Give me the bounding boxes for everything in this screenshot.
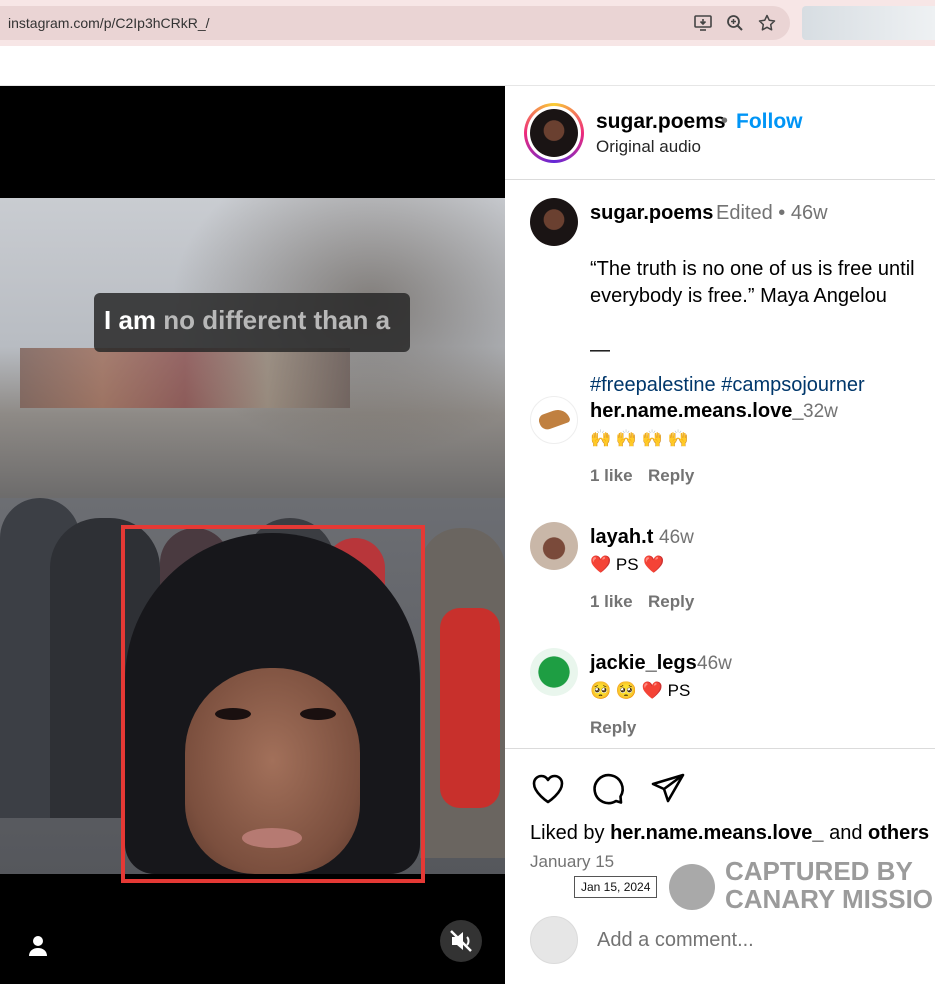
- comment-likes[interactable]: 1 like: [590, 466, 633, 486]
- comment-username[interactable]: layah.t: [590, 526, 653, 549]
- caption-meta: Edited • 46w: [716, 202, 828, 224]
- liked-by-prefix: Liked by: [530, 822, 611, 844]
- comment-time[interactable]: 32w: [803, 401, 838, 423]
- comment-username[interactable]: jackie_legs: [590, 652, 697, 675]
- commenter-avatar[interactable]: [530, 396, 578, 444]
- comment-text: 🥺 🥺 ❤️ PS: [590, 681, 691, 700]
- video-caption: I am no different than a: [94, 293, 410, 352]
- share-icon[interactable]: [649, 770, 687, 808]
- address-bar[interactable]: instagram.com/p/C2Ip3hCRkR_/: [0, 6, 790, 40]
- liked-by-and: and: [823, 822, 868, 844]
- comment-icon[interactable]: [589, 770, 627, 808]
- mute-icon: [450, 930, 472, 952]
- date-tooltip: Jan 15, 2024: [574, 876, 658, 898]
- video-player[interactable]: I am no different than a: [0, 86, 505, 984]
- liked-by-user-link[interactable]: her.name.means.love_: [610, 822, 823, 844]
- browser-extensions-area: [802, 6, 935, 40]
- comment-likes[interactable]: 1 like: [590, 592, 633, 612]
- browser-toolbar: instagram.com/p/C2Ip3hCRkR_/: [0, 0, 935, 46]
- divider: [505, 748, 935, 749]
- caption-bright-text: I am: [104, 305, 157, 335]
- canary-mission-watermark: CAPTURED BY CANARY MISSIO: [669, 856, 935, 916]
- user-tag-icon[interactable]: [24, 932, 52, 960]
- buildings-background: [20, 348, 350, 408]
- bookmark-star-icon[interactable]: [758, 14, 776, 32]
- commenter-avatar[interactable]: [530, 648, 578, 696]
- separator-dot: •: [721, 110, 729, 132]
- caption-body: “The truth is no one of us is free until…: [590, 258, 915, 361]
- post-date[interactable]: January 15: [530, 852, 614, 872]
- comment-time[interactable]: 46w: [659, 527, 694, 549]
- caption-avatar[interactable]: [530, 198, 578, 246]
- follow-button[interactable]: Follow: [736, 110, 803, 134]
- watermark-line-2: CANARY MISSIO: [725, 884, 934, 914]
- commenter-avatar[interactable]: [530, 522, 578, 570]
- bird-logo-icon: [669, 864, 715, 910]
- red-scarf: [440, 608, 500, 808]
- reply-button[interactable]: Reply: [648, 466, 694, 486]
- comment-time[interactable]: 46w: [697, 653, 732, 675]
- avatar: [530, 109, 578, 157]
- header-avatar-story-ring[interactable]: [524, 103, 584, 163]
- liked-by-text: Liked by her.name.means.love_ and others: [530, 822, 929, 845]
- caption-hashtags[interactable]: #freepalestine #campsojourner: [590, 372, 935, 399]
- comment-username[interactable]: her.name.means.love_: [590, 400, 803, 423]
- watermark-line-1: CAPTURED BY: [725, 856, 913, 886]
- liked-by-others-link[interactable]: others: [868, 822, 929, 844]
- comment-text: ❤️ PS ❤️: [590, 555, 665, 574]
- add-comment-input[interactable]: Add a comment...: [597, 929, 754, 952]
- caption-username[interactable]: sugar.poems: [590, 202, 713, 225]
- reply-button[interactable]: Reply: [648, 592, 694, 612]
- face-highlight-box: [121, 525, 425, 883]
- reply-button[interactable]: Reply: [590, 718, 636, 738]
- url-text[interactable]: instagram.com/p/C2Ip3hCRkR_/: [8, 15, 210, 31]
- comment-text: 🙌 🙌 🙌 🙌: [590, 429, 689, 448]
- current-user-avatar: [530, 916, 578, 964]
- heart-icon[interactable]: [529, 770, 567, 808]
- header-username[interactable]: sugar.poems: [596, 110, 726, 134]
- zoom-icon[interactable]: [726, 14, 744, 32]
- audio-label[interactable]: Original audio: [596, 137, 701, 157]
- post-sidebar: sugar.poems • Follow Original audio suga…: [505, 86, 935, 984]
- mute-button[interactable]: [440, 920, 482, 962]
- caption-text: “The truth is no one of us is free until…: [590, 229, 935, 426]
- install-app-icon[interactable]: [694, 14, 712, 32]
- caption-dim-text: no different than a: [163, 305, 391, 335]
- divider: [505, 179, 935, 180]
